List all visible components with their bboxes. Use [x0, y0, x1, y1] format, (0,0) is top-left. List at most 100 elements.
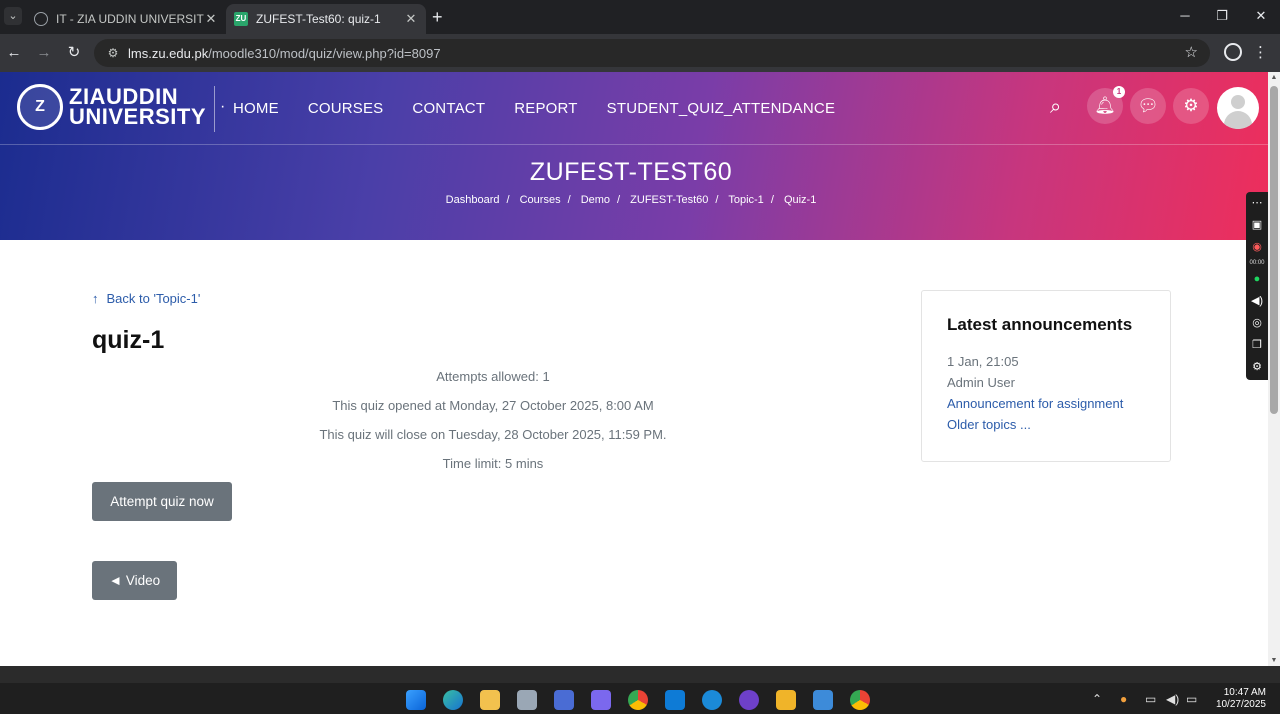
- forward-arrow-icon[interactable]: →: [34, 43, 54, 63]
- zu-favicon-icon: ZU: [234, 12, 248, 26]
- logo-wordmark: ZIAUDDIN UNIVERSITY: [69, 84, 207, 129]
- tray-microphone-icon[interactable]: ●: [1120, 692, 1127, 706]
- network-icon[interactable]: ▭: [1145, 692, 1156, 706]
- scroll-up-icon[interactable]: ▲: [1270, 74, 1278, 81]
- tab-title: IT - ZIA UDDIN UNIVERSITY: [56, 12, 204, 26]
- teams-icon[interactable]: [554, 690, 574, 710]
- recorder-toolbar: ⋯ ▣ ◉ 00:00 ● ◀) ◎ ❐ ⚙: [1246, 192, 1268, 380]
- notification-badge: 1: [1113, 86, 1125, 98]
- browser-toolbar: ← → ↻ ⚙ lms.zu.edu.pk/moodle310/mod/quiz…: [0, 34, 1280, 72]
- site-navbar: Z ZIAUDDIN UNIVERSITY · HOME COURSES CON…: [0, 72, 1268, 145]
- attempts-allowed: Attempts allowed: 1: [436, 369, 550, 384]
- minimize-icon[interactable]: ─: [1175, 8, 1195, 23]
- latest-announcements-block: Latest announcements 1 Jan, 21:05 Admin …: [921, 290, 1171, 462]
- breadcrumb-quiz[interactable]: Quiz-1: [784, 194, 816, 206]
- close-tab-icon[interactable]: ✕: [404, 11, 418, 27]
- windows-taskbar: ⌃ ● ▭ ◀) ▭ 10:47 AM 10/27/2025: [0, 682, 1280, 714]
- browser-tab-1[interactable]: IT - ZIA UDDIN UNIVERSITY ✕: [26, 4, 226, 34]
- breadcrumb-course[interactable]: ZUFEST-Test60: [630, 194, 708, 206]
- browser-menu-icon[interactable]: ⋮: [1253, 43, 1268, 61]
- record-icon[interactable]: ◉: [1246, 236, 1268, 258]
- new-tab-button[interactable]: +: [432, 8, 443, 26]
- main-menu: HOME COURSES CONTACT REPORT STUDENT_QUIZ…: [233, 100, 864, 117]
- notepad-app-icon[interactable]: [517, 690, 537, 710]
- speaker-icon[interactable]: ◀): [1246, 290, 1268, 312]
- quiz-open-date: This quiz opened at Monday, 27 October 2…: [332, 398, 654, 413]
- system-clock[interactable]: 10:47 AM 10/27/2025: [1216, 687, 1266, 711]
- notes-icon[interactable]: [813, 690, 833, 710]
- announcement-author: Admin User: [947, 375, 1015, 390]
- scroll-down-icon[interactable]: ▼: [1270, 657, 1278, 664]
- close-tab-icon[interactable]: ✕: [204, 11, 218, 27]
- nav-contact[interactable]: CONTACT: [412, 100, 485, 117]
- up-arrow-icon: ↑: [92, 291, 99, 306]
- browser-tab-2[interactable]: ZU ZUFEST-Test60: quiz-1 ✕: [226, 4, 426, 34]
- visual-studio-icon[interactable]: [591, 690, 611, 710]
- scroll-thumb[interactable]: [1270, 86, 1278, 414]
- webcam-icon[interactable]: ◎: [1246, 312, 1268, 334]
- window-icon[interactable]: ❐: [1246, 334, 1268, 356]
- breadcrumb-dashboard[interactable]: Dashboard: [446, 194, 500, 206]
- windows-start-icon[interactable]: [406, 690, 426, 710]
- settings-gear-icon[interactable]: ⚙: [1173, 88, 1209, 124]
- notifications-bell-icon[interactable]: 🔔︎ 1: [1087, 86, 1125, 124]
- nav-courses[interactable]: COURSES: [308, 100, 384, 117]
- search-icon[interactable]: ⌕: [1050, 96, 1061, 119]
- tab-list-button[interactable]: ⌄: [4, 7, 22, 25]
- page-header-banner: Z ZIAUDDIN UNIVERSITY · HOME COURSES CON…: [0, 72, 1268, 240]
- user-avatar[interactable]: [1217, 87, 1259, 129]
- quiz-close-date: This quiz will close on Tuesday, 28 Octo…: [319, 427, 667, 442]
- close-window-icon[interactable]: ✕: [1251, 8, 1271, 24]
- profile-icon[interactable]: [1224, 43, 1242, 61]
- page-scrollbar[interactable]: ▲ ▼: [1268, 72, 1280, 666]
- github-icon[interactable]: [739, 690, 759, 710]
- web-page: Z ZIAUDDIN UNIVERSITY · HOME COURSES CON…: [0, 72, 1268, 666]
- nav-student-quiz-attendance[interactable]: STUDENT_QUIZ_ATTENDANCE: [607, 100, 836, 117]
- tray-overflow-icon[interactable]: ⌃: [1092, 692, 1102, 706]
- nav-home[interactable]: HOME: [233, 100, 279, 117]
- reload-icon[interactable]: ↻: [64, 43, 84, 63]
- older-topics-link[interactable]: Older topics ...: [947, 414, 1145, 435]
- record-timer: 00:00: [1249, 260, 1265, 266]
- volume-icon[interactable]: ◀): [1166, 692, 1179, 706]
- quiz-title: quiz-1: [92, 326, 165, 354]
- app-icon[interactable]: [702, 690, 722, 710]
- chrome-active-icon[interactable]: [850, 690, 870, 710]
- messages-icon[interactable]: 💬︎: [1130, 88, 1166, 124]
- battery-icon[interactable]: ▭: [1186, 692, 1197, 706]
- university-logo[interactable]: Z ZIAUDDIN UNIVERSITY ·: [17, 84, 225, 130]
- url-text[interactable]: lms.zu.edu.pk/moodle310/mod/quiz/view.ph…: [128, 46, 1210, 61]
- file-explorer-icon[interactable]: [480, 690, 500, 710]
- breadcrumb: Dashboard / Courses / Demo / ZUFEST-Test60/…: [445, 194, 817, 206]
- back-arrow-icon[interactable]: ←: [4, 43, 24, 63]
- grip-icon[interactable]: ⋯: [1246, 192, 1268, 214]
- back-to-topic-link[interactable]: ↑ Back to 'Topic-1': [92, 291, 200, 306]
- tab-title: ZUFEST-Test60: quiz-1: [256, 12, 381, 26]
- edge-icon[interactable]: [443, 690, 463, 710]
- maximize-icon[interactable]: ❐: [1212, 8, 1232, 24]
- breadcrumb-courses[interactable]: Courses: [520, 194, 561, 206]
- breadcrumb-demo[interactable]: Demo: [581, 194, 610, 206]
- browser-tab-bar: ⌄ IT - ZIA UDDIN UNIVERSITY ✕ ZU ZUFEST-…: [0, 0, 1280, 34]
- navbar-divider: [214, 86, 215, 132]
- attempt-quiz-button[interactable]: Attempt quiz now: [92, 482, 232, 521]
- bookmark-star-icon[interactable]: ☆: [1185, 43, 1198, 61]
- logo-seal: Z: [17, 84, 63, 130]
- announcements-heading: Latest announcements: [947, 315, 1133, 334]
- globe-icon: [34, 12, 48, 26]
- microphone-icon[interactable]: ●: [1246, 268, 1268, 290]
- breadcrumb-topic[interactable]: Topic-1: [728, 194, 763, 206]
- chrome-icon[interactable]: [628, 690, 648, 710]
- settings-icon[interactable]: ⚙: [1246, 356, 1268, 378]
- nav-report[interactable]: REPORT: [514, 100, 577, 117]
- git-icon[interactable]: [776, 690, 796, 710]
- announcement-link[interactable]: Announcement for assignment: [947, 393, 1145, 414]
- address-bar[interactable]: ⚙ lms.zu.edu.pk/moodle310/mod/quiz/view.…: [94, 39, 1210, 67]
- page-footer-strip: [0, 666, 1280, 682]
- previous-activity-video-button[interactable]: ◄ Video: [92, 561, 177, 600]
- vscode-icon[interactable]: [665, 690, 685, 710]
- site-info-icon[interactable]: ⚙: [102, 46, 124, 60]
- time-limit: Time limit: 5 mins: [442, 456, 544, 471]
- camera-icon[interactable]: ▣: [1246, 214, 1268, 236]
- course-title: ZUFEST-TEST60: [529, 158, 733, 186]
